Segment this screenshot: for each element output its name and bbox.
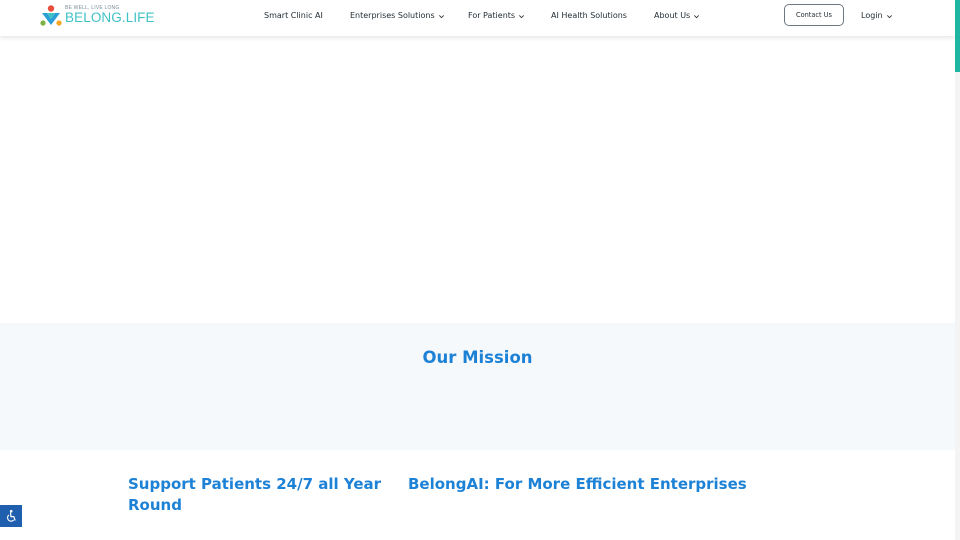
logo-wordmark: BE WELL, LIVE LONG BELONG.LIFE <box>65 4 169 28</box>
accessibility-icon <box>6 509 16 522</box>
card-title-support-patients: Support Patients 24/7 all Year Round <box>128 475 382 514</box>
scrollbar-track[interactable] <box>955 72 960 540</box>
hero-section <box>0 36 955 323</box>
site-logo[interactable]: BE WELL, LIVE LONG BELONG.LIFE <box>39 4 169 28</box>
chevron-down-icon <box>438 14 444 18</box>
mission-title: Our Mission <box>422 348 533 367</box>
login-label: Login <box>861 11 883 20</box>
chevron-down-icon <box>694 14 700 18</box>
logo-name: BELONG.LIFE <box>65 10 155 25</box>
site-header: BE WELL, LIVE LONG BELONG.LIFE Smart Cli… <box>0 0 955 36</box>
nav-ai-health-solutions[interactable]: AI Health Solutions <box>551 10 627 22</box>
scrollbar-thumb[interactable] <box>955 0 960 72</box>
card-title-belongai-enterprises: BelongAI: For More Efficient Enterprises <box>408 475 747 493</box>
nav-label: AI Health Solutions <box>551 11 627 20</box>
chevron-down-icon <box>886 14 892 18</box>
login-menu[interactable]: Login <box>861 10 893 22</box>
belong-logo-icon <box>40 5 62 26</box>
nav-label: Enterprises Solutions <box>350 11 435 20</box>
accessibility-button[interactable] <box>0 505 22 527</box>
nav-enterprises-solutions[interactable]: Enterprises Solutions <box>350 10 445 22</box>
chevron-down-icon <box>519 14 525 18</box>
nav-for-patients[interactable]: For Patients <box>468 10 525 22</box>
contact-us-button[interactable]: Contact Us <box>784 4 844 26</box>
nav-label: Smart Clinic AI <box>264 11 323 20</box>
nav-smart-clinic-ai[interactable]: Smart Clinic AI <box>264 10 323 22</box>
nav-label: About Us <box>654 11 691 20</box>
nav-about-us[interactable]: About Us <box>654 10 700 22</box>
mission-section: Our Mission <box>0 323 955 450</box>
nav-label: For Patients <box>468 11 516 20</box>
